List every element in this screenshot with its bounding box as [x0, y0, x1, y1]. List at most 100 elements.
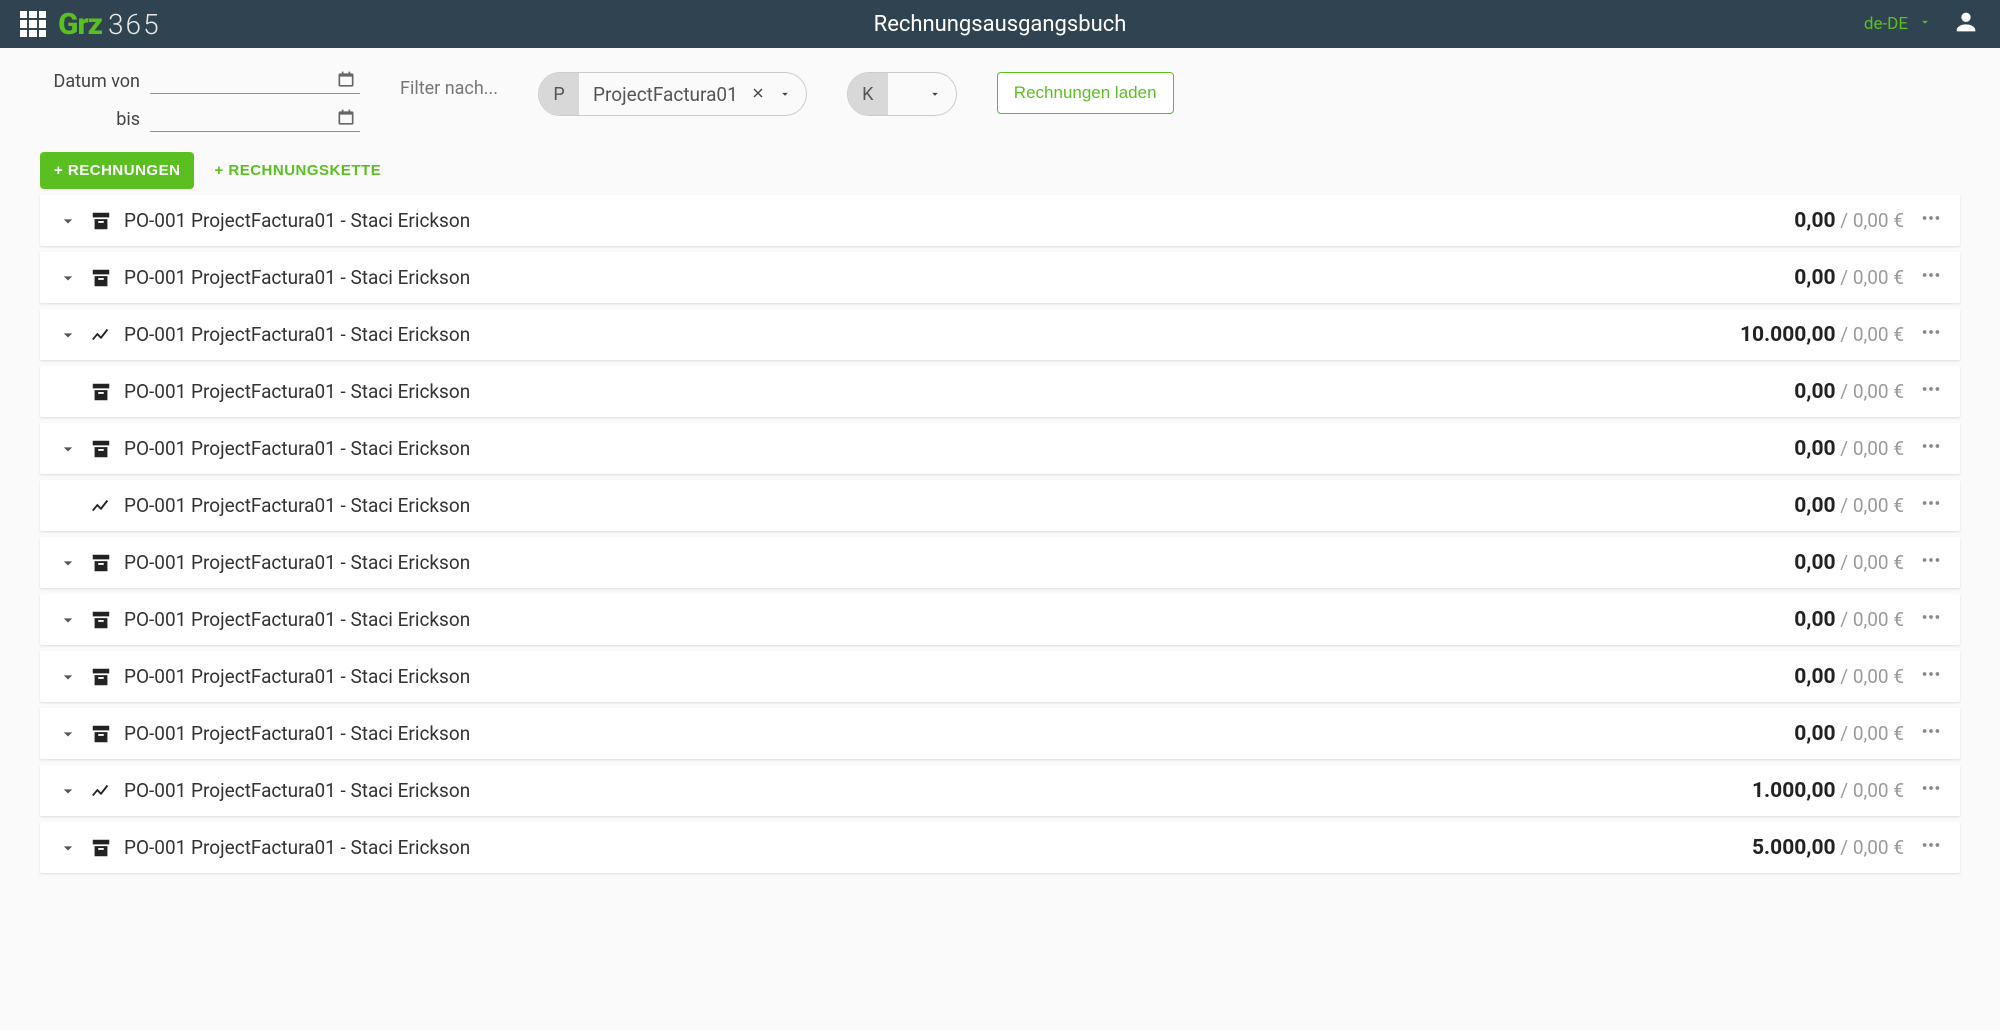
filter-chip-project[interactable]: P ProjectFactura01 — [538, 72, 807, 116]
chevron-down-icon — [1918, 14, 1932, 34]
row-right: 0,00 / 0,00 € — [1794, 435, 1942, 462]
trend-icon — [86, 495, 116, 517]
row-label: PO-001 ProjectFactura01 - Staci Erickson — [124, 608, 470, 631]
expand-toggle[interactable] — [50, 268, 86, 288]
row-right: 0,00 / 0,00 € — [1794, 663, 1942, 690]
row-more-menu[interactable] — [1920, 264, 1942, 291]
row-label: PO-001 ProjectFactura01 - Staci Erickson — [124, 266, 470, 289]
row-right: 0,00 / 0,00 € — [1794, 207, 1942, 234]
invoice-row[interactable]: PO-001 ProjectFactura01 - Staci Erickson… — [40, 822, 1960, 873]
row-right: 0,00 / 0,00 € — [1794, 606, 1942, 633]
invoice-row[interactable]: PO-001 ProjectFactura01 - Staci Erickson… — [40, 423, 1960, 474]
expand-toggle[interactable] — [50, 325, 86, 345]
row-amount: 0,00 / 0,00 € — [1794, 665, 1904, 689]
filter-chip-k[interactable]: K — [847, 72, 957, 116]
trend-icon — [86, 324, 116, 346]
calendar-icon — [336, 108, 356, 128]
row-label: PO-001 ProjectFactura01 - Staci Erickson — [124, 836, 470, 859]
row-more-menu[interactable] — [1920, 549, 1942, 576]
row-right: 0,00 / 0,00 € — [1794, 378, 1942, 405]
date-to-label: bis — [40, 109, 140, 130]
row-more-menu[interactable] — [1920, 834, 1942, 861]
chip-value-p: ProjectFactura01 — [593, 83, 738, 106]
row-amount: 5.000,00 / 0,00 € — [1752, 836, 1904, 860]
row-more-menu[interactable] — [1920, 378, 1942, 405]
row-amount: 10.000,00 / 0,00 € — [1740, 323, 1904, 347]
expand-toggle[interactable] — [50, 667, 86, 687]
chip-prefix-k: K — [848, 73, 888, 115]
app-launcher-icon[interactable] — [20, 11, 46, 37]
row-more-menu[interactable] — [1920, 777, 1942, 804]
row-label: PO-001 ProjectFactura01 - Staci Erickson — [124, 779, 470, 802]
row-amount: 1.000,00 / 0,00 € — [1752, 779, 1904, 803]
archive-icon — [86, 438, 116, 460]
row-label: PO-001 ProjectFactura01 - Staci Erickson — [124, 380, 470, 403]
invoice-row[interactable]: PO-001 ProjectFactura01 - Staci Erickson… — [40, 366, 1960, 417]
row-more-menu[interactable] — [1920, 435, 1942, 462]
date-to-input[interactable] — [150, 106, 360, 132]
language-select[interactable]: de-DE — [1864, 14, 1932, 34]
row-more-menu[interactable] — [1920, 207, 1942, 234]
archive-icon — [86, 666, 116, 688]
invoice-row[interactable]: PO-001 ProjectFactura01 - Staci Erickson… — [40, 480, 1960, 531]
expand-toggle[interactable] — [50, 553, 86, 573]
action-bar: + RECHNUNGEN + RECHNUNGSKETTE — [0, 142, 2000, 189]
invoice-row[interactable]: PO-001 ProjectFactura01 - Staci Erickson… — [40, 594, 1960, 645]
row-amount: 0,00 / 0,00 € — [1794, 437, 1904, 461]
row-right: 0,00 / 0,00 € — [1794, 264, 1942, 291]
row-amount: 0,00 / 0,00 € — [1794, 494, 1904, 518]
row-amount: 0,00 / 0,00 € — [1794, 608, 1904, 632]
expand-toggle[interactable] — [50, 781, 86, 801]
row-right: 0,00 / 0,00 € — [1794, 720, 1942, 747]
row-amount: 0,00 / 0,00 € — [1794, 551, 1904, 575]
trend-icon — [86, 780, 116, 802]
archive-icon — [86, 723, 116, 745]
invoice-row[interactable]: PO-001 ProjectFactura01 - Staci Erickson… — [40, 708, 1960, 759]
row-amount: 0,00 / 0,00 € — [1794, 209, 1904, 233]
archive-icon — [86, 267, 116, 289]
row-label: PO-001 ProjectFactura01 - Staci Erickson — [124, 209, 470, 232]
calendar-icon — [336, 70, 356, 90]
row-more-menu[interactable] — [1920, 492, 1942, 519]
chevron-down-icon[interactable] — [778, 83, 792, 106]
expand-toggle[interactable] — [50, 439, 86, 459]
expand-toggle[interactable] — [50, 724, 86, 744]
page-title: Rechnungsausgangsbuch — [874, 12, 1127, 37]
date-from-input[interactable] — [150, 68, 360, 94]
user-menu[interactable] — [1952, 8, 1980, 41]
row-right: 0,00 / 0,00 € — [1794, 492, 1942, 519]
language-value: de-DE — [1864, 14, 1908, 34]
row-right: 1.000,00 / 0,00 € — [1752, 777, 1942, 804]
row-right: 0,00 / 0,00 € — [1794, 549, 1942, 576]
archive-icon — [86, 552, 116, 574]
expand-toggle[interactable] — [50, 610, 86, 630]
close-icon[interactable] — [750, 83, 766, 106]
row-more-menu[interactable] — [1920, 606, 1942, 633]
archive-icon — [86, 837, 116, 859]
row-more-menu[interactable] — [1920, 663, 1942, 690]
row-more-menu[interactable] — [1920, 321, 1942, 348]
row-amount: 0,00 / 0,00 € — [1794, 722, 1904, 746]
expand-toggle[interactable] — [50, 838, 86, 858]
add-invoice-chain-button[interactable]: + RECHNUNGSKETTE — [214, 162, 381, 179]
invoice-list: PO-001 ProjectFactura01 - Staci Erickson… — [0, 189, 2000, 879]
load-invoices-button[interactable]: Rechnungen laden — [997, 72, 1174, 114]
invoice-row[interactable]: PO-001 ProjectFactura01 - Staci Erickson… — [40, 252, 1960, 303]
invoice-row[interactable]: PO-001 ProjectFactura01 - Staci Erickson… — [40, 537, 1960, 588]
chevron-down-icon[interactable] — [928, 83, 942, 106]
invoice-row[interactable]: PO-001 ProjectFactura01 - Staci Erickson… — [40, 765, 1960, 816]
expand-toggle[interactable] — [50, 211, 86, 231]
invoice-row[interactable]: PO-001 ProjectFactura01 - Staci Erickson… — [40, 309, 1960, 360]
row-more-menu[interactable] — [1920, 720, 1942, 747]
add-invoice-button[interactable]: + RECHNUNGEN — [40, 152, 194, 189]
row-amount: 0,00 / 0,00 € — [1794, 266, 1904, 290]
row-label: PO-001 ProjectFactura01 - Staci Erickson — [124, 722, 470, 745]
row-right: 5.000,00 / 0,00 € — [1752, 834, 1942, 861]
logo[interactable]: Grz 365 — [58, 7, 161, 42]
invoice-row[interactable]: PO-001 ProjectFactura01 - Staci Erickson… — [40, 195, 1960, 246]
archive-icon — [86, 210, 116, 232]
chip-prefix-p: P — [539, 73, 579, 115]
invoice-row[interactable]: PO-001 ProjectFactura01 - Staci Erickson… — [40, 651, 1960, 702]
date-from-label: Datum von — [40, 71, 140, 92]
topbar: Grz 365 Rechnungsausgangsbuch de-DE — [0, 0, 2000, 48]
